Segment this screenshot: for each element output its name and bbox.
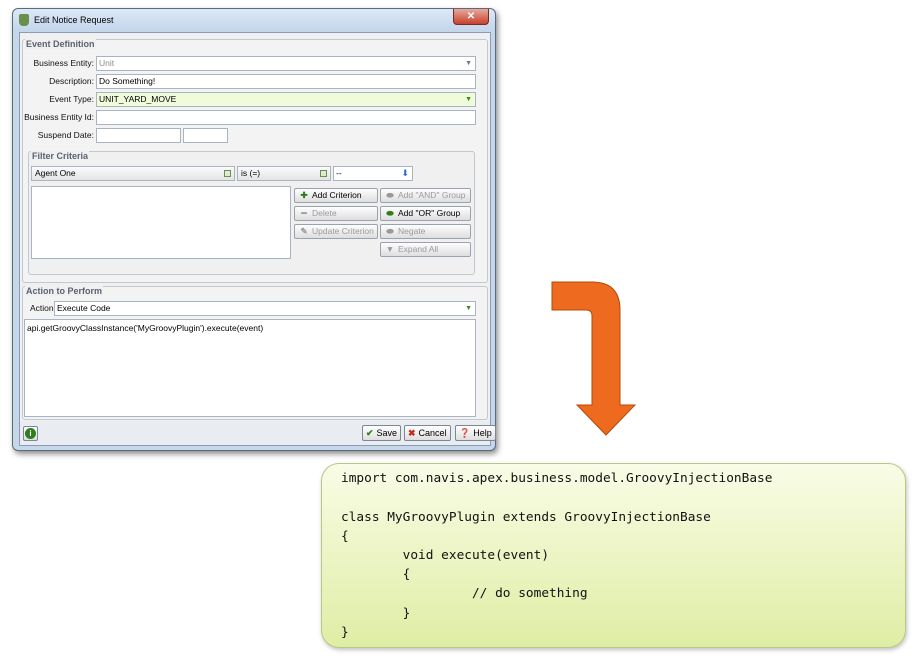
code-line: void execute(event) bbox=[341, 548, 550, 563]
action-code-text: api.getGroovyClassInstance('MyGroovyPlug… bbox=[27, 323, 264, 333]
title-bar[interactable]: Edit Notice Request ✕ bbox=[13, 9, 495, 31]
chevron-down-icon: ▼ bbox=[465, 305, 472, 312]
suspend-date-input[interactable] bbox=[96, 128, 181, 143]
code-line: import com.navis.apex.business.model.Gro… bbox=[341, 471, 773, 486]
group-icon: ⬬ bbox=[386, 190, 394, 200]
close-button[interactable]: ✕ bbox=[453, 9, 489, 25]
filter-criteria-title: Filter Criteria bbox=[31, 151, 90, 161]
action-value: Execute Code bbox=[57, 303, 111, 313]
business-entity-label: Business Entity: bbox=[33, 58, 94, 68]
info-icon: i bbox=[25, 428, 36, 439]
cancel-button[interactable]: ✖ Cancel bbox=[404, 425, 451, 441]
criteria-list[interactable] bbox=[31, 186, 291, 259]
bent-arrow-icon bbox=[551, 281, 637, 436]
chevron-down-icon: ▼ bbox=[465, 60, 472, 67]
filter-value-input[interactable]: -- ⬇ bbox=[333, 166, 413, 181]
update-criterion-button[interactable]: ✎ Update Criterion bbox=[294, 224, 378, 239]
filter-criteria-group: Filter Criteria Agent One is (=) -- ⬇ ✚ A… bbox=[28, 151, 475, 275]
add-criterion-label: Add Criterion bbox=[312, 190, 362, 200]
action-code-textarea[interactable]: api.getGroovyClassInstance('MyGroovyPlug… bbox=[24, 319, 476, 417]
code-line: // do something bbox=[341, 586, 588, 601]
add-or-group-label: Add "OR" Group bbox=[398, 208, 461, 218]
code-line: } bbox=[341, 625, 349, 640]
event-type-select[interactable]: UNIT_YARD_MOVE ▼ bbox=[96, 92, 476, 107]
negate-button[interactable]: ⬬ Negate bbox=[380, 224, 471, 239]
expand-all-button[interactable]: ▼ Expand All bbox=[380, 242, 471, 257]
code-line: class MyGroovyPlugin extends GroovyInjec… bbox=[341, 510, 711, 525]
filter-field-value: Agent One bbox=[35, 168, 76, 178]
code-line: { bbox=[341, 567, 411, 582]
dialog-body: Event Definition Business Entity: Unit ▼… bbox=[19, 32, 496, 446]
event-type-value: UNIT_YARD_MOVE bbox=[99, 94, 177, 104]
description-label: Description: bbox=[49, 76, 94, 86]
help-label: Help bbox=[473, 428, 492, 438]
add-criterion-button[interactable]: ✚ Add Criterion bbox=[294, 188, 378, 203]
triangle-down-icon: ▼ bbox=[385, 244, 395, 254]
action-label: Action: bbox=[30, 303, 56, 313]
suspend-date-label: Suspend Date: bbox=[37, 130, 94, 140]
x-icon: ✖ bbox=[408, 428, 416, 438]
filter-operator-select[interactable]: is (=) bbox=[237, 166, 331, 181]
help-button[interactable]: ❓ Help bbox=[455, 425, 496, 441]
description-input[interactable]: Do Something! bbox=[96, 74, 476, 89]
delete-button[interactable]: ━ Delete bbox=[294, 206, 378, 221]
delete-label: Delete bbox=[312, 208, 337, 218]
chevron-down-icon: ▼ bbox=[465, 96, 472, 103]
lookup-icon bbox=[224, 170, 231, 177]
action-select[interactable]: Execute Code ▼ bbox=[54, 301, 476, 316]
add-or-group-button[interactable]: ⬬ Add "OR" Group bbox=[380, 206, 471, 221]
lookup-icon bbox=[320, 170, 327, 177]
add-and-group-button[interactable]: ⬬ Add "AND" Group bbox=[380, 188, 471, 203]
action-group: Action to Perform Action: Execute Code ▼… bbox=[22, 286, 488, 420]
group-icon: ⬬ bbox=[386, 226, 394, 236]
pencil-icon: ✎ bbox=[300, 226, 308, 236]
event-definition-title: Event Definition bbox=[25, 39, 96, 49]
business-entity-id-input[interactable] bbox=[96, 110, 476, 125]
code-line: } bbox=[341, 606, 411, 621]
filter-value-value: -- bbox=[336, 168, 342, 178]
group-icon: ⬬ bbox=[386, 208, 394, 218]
filter-operator-value: is (=) bbox=[241, 168, 261, 178]
dialog-footer: i ✔ Save ✖ Cancel ❓ Help bbox=[20, 421, 496, 445]
minus-icon: ━ bbox=[301, 208, 307, 218]
action-title: Action to Perform bbox=[25, 286, 104, 296]
code-line: { bbox=[341, 529, 349, 544]
filter-field-select[interactable]: Agent One bbox=[31, 166, 235, 181]
expand-all-label: Expand All bbox=[398, 244, 439, 254]
event-definition-group: Event Definition Business Entity: Unit ▼… bbox=[22, 39, 488, 283]
checkmark-icon: ✔ bbox=[366, 428, 374, 438]
app-icon bbox=[19, 14, 29, 26]
description-value: Do Something! bbox=[99, 76, 156, 86]
business-entity-value: Unit bbox=[99, 58, 115, 68]
arrow-down-icon: ⬇ bbox=[401, 168, 409, 178]
business-entity-id-label: Business Entity Id: bbox=[24, 112, 94, 122]
save-button[interactable]: ✔ Save bbox=[362, 425, 402, 441]
save-label: Save bbox=[376, 428, 398, 438]
edit-notice-request-window: Edit Notice Request ✕ Event Definition B… bbox=[12, 8, 496, 451]
plus-icon: ✚ bbox=[300, 190, 308, 200]
window-title: Edit Notice Request bbox=[34, 15, 114, 25]
business-entity-select[interactable]: Unit ▼ bbox=[96, 56, 476, 71]
event-type-label: Event Type: bbox=[49, 94, 94, 104]
groovy-code-box: import com.navis.apex.business.model.Gro… bbox=[321, 463, 906, 648]
cancel-label: Cancel bbox=[418, 428, 447, 438]
info-button[interactable]: i bbox=[23, 426, 38, 441]
update-criterion-label: Update Criterion bbox=[312, 226, 374, 236]
help-icon: ❓ bbox=[459, 428, 471, 438]
suspend-time-input[interactable] bbox=[183, 128, 228, 143]
negate-label: Negate bbox=[398, 226, 426, 236]
add-and-group-label: Add "AND" Group bbox=[398, 190, 466, 200]
